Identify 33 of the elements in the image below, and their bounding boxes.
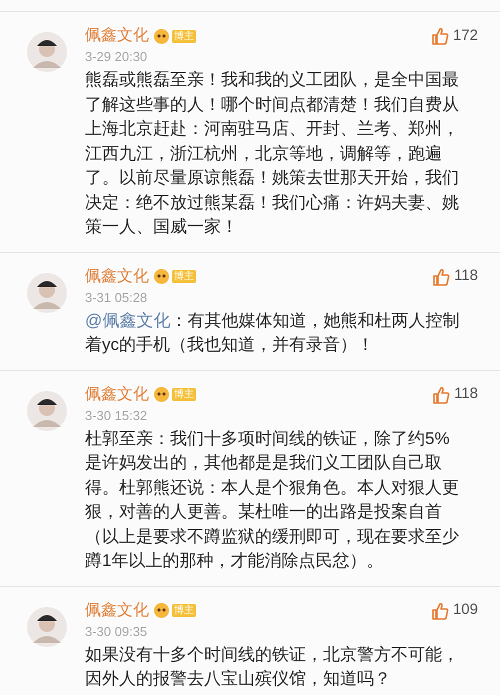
comment-time: 3-31 05:28 bbox=[85, 288, 148, 306]
like-count: 172 bbox=[452, 26, 478, 46]
thumbs-up-icon[interactable] bbox=[432, 386, 450, 404]
like-count: 118 bbox=[454, 266, 478, 286]
comment-time: 3-30 15:32 bbox=[85, 406, 148, 424]
badge: 博主 bbox=[172, 388, 196, 401]
author-name[interactable]: 佩鑫文化 bbox=[85, 24, 149, 48]
comment-text: @佩鑫文化：有其他媒体知道，她熊和杜两人控制着yc的手机（我也知道，并有录音）！ bbox=[85, 310, 460, 356]
like-count: 118 bbox=[454, 384, 478, 404]
like-count: 109 bbox=[452, 600, 478, 620]
thumbs-up-icon[interactable] bbox=[430, 602, 449, 620]
author-name[interactable]: 佩鑫文化 bbox=[85, 264, 149, 288]
badge: 博主 bbox=[172, 270, 196, 283]
emoji-icon bbox=[154, 603, 169, 618]
emoji-icon bbox=[154, 387, 169, 402]
comment-text: 杜郭至亲：我们十多项时间线的铁证，除了约5%是许妈发出的，其他都是是我们义工团队自己取得。杜郭熊还说：本人是个狠角色。本人对狠人更狠，对善的人更善。某杜唯一的出路是投案自首（以上是要求不蹲监狱的缓刑即可，现在要求至少蹲1年以上的那种，才能消除点民忿）。 bbox=[85, 428, 460, 572]
thumbs-up-icon[interactable] bbox=[432, 268, 450, 286]
author-name[interactable]: 佩鑫文化 bbox=[85, 598, 149, 622]
avatar bbox=[27, 272, 67, 312]
emoji-icon bbox=[154, 269, 169, 284]
comment-time: 3-30 09:35 bbox=[85, 622, 148, 640]
comment-text: 熊磊或熊磊至亲！我和我的义工团队，是全中国最了解这些事的人！哪个时间点都清楚！我们自费从上海北京赶赴：河南驻马店、开封、兰考、郑州，江西九江，浙江杭州，北京等地，调解等，跑遍了。以前尽量原谅熊磊！姚策去世那天开始，我们决定：绝不放过熊某磊！我们心痛：许妈夫妻、姚策一人、国威一家！ bbox=[85, 69, 460, 238]
emoji-icon bbox=[154, 28, 169, 44]
comment-time: 3-29 20:30 bbox=[85, 48, 148, 66]
badge: 博主 bbox=[172, 30, 196, 42]
author-name[interactable]: 佩鑫文化 bbox=[85, 382, 149, 406]
avatar bbox=[27, 606, 67, 646]
avatar bbox=[27, 390, 67, 430]
comment-text: 如果没有十多个时间线的铁证，北京警方不可能，因外人的报警去八宝山殡仪馆，知道吗？ bbox=[85, 644, 460, 690]
avatar bbox=[27, 32, 67, 72]
thumbs-up-icon[interactable] bbox=[430, 27, 449, 45]
mention-link[interactable]: @佩鑫文化 bbox=[85, 310, 170, 330]
badge: 博主 bbox=[172, 604, 196, 617]
